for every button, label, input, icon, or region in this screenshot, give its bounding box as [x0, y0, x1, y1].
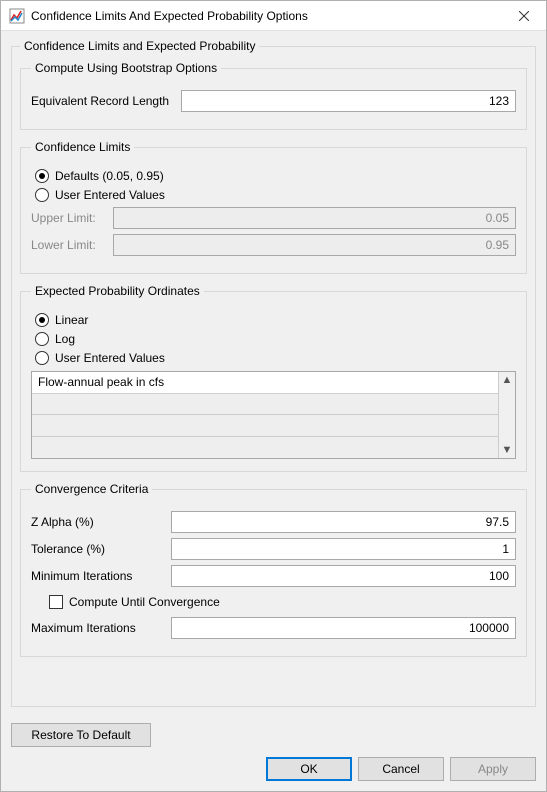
radio-linear-label: Linear — [55, 313, 88, 327]
dialog-title: Confidence Limits And Expected Probabili… — [31, 9, 501, 23]
ordinates-listbox[interactable]: Flow-annual peak in cfs ▲ ▼ — [31, 371, 516, 459]
miniter-input[interactable] — [171, 565, 516, 587]
list-item[interactable]: Flow-annual peak in cfs — [32, 372, 498, 394]
ordinates-group: Expected Probability Ordinates Linear Lo… — [20, 284, 527, 472]
titlebar: Confidence Limits And Expected Probabili… — [1, 1, 546, 31]
lower-limit-label: Lower Limit: — [31, 238, 113, 252]
bottom-bar: Restore To Default OK Cancel Apply — [1, 715, 546, 791]
restore-default-button[interactable]: Restore To Default — [11, 723, 151, 747]
radio-defaults-indicator — [35, 169, 49, 183]
content-area: Confidence Limits and Expected Probabili… — [1, 31, 546, 715]
bootstrap-legend: Compute Using Bootstrap Options — [31, 61, 221, 75]
list-item[interactable] — [32, 437, 498, 458]
radio-user-ordinates-indicator — [35, 351, 49, 365]
upper-limit-input — [113, 207, 516, 229]
until-convergence-label: Compute Until Convergence — [69, 595, 220, 609]
convergence-group: Convergence Criteria Z Alpha (%) Toleran… — [20, 482, 527, 657]
tolerance-input[interactable] — [171, 538, 516, 560]
radio-log[interactable]: Log — [35, 332, 516, 346]
tolerance-label: Tolerance (%) — [31, 542, 171, 556]
radio-user-limits[interactable]: User Entered Values — [35, 188, 516, 202]
outer-group: Confidence Limits and Expected Probabili… — [11, 39, 536, 707]
until-convergence-checkbox[interactable] — [49, 595, 63, 609]
radio-user-limits-indicator — [35, 188, 49, 202]
apply-button[interactable]: Apply — [450, 757, 536, 781]
cancel-button[interactable]: Cancel — [358, 757, 444, 781]
confidence-limits-group: Confidence Limits Defaults (0.05, 0.95) … — [20, 140, 527, 274]
bootstrap-group: Compute Using Bootstrap Options Equivale… — [20, 61, 527, 130]
upper-limit-label: Upper Limit: — [31, 211, 113, 225]
ordinates-legend: Expected Probability Ordinates — [31, 284, 204, 298]
maxiter-input[interactable] — [171, 617, 516, 639]
radio-linear-indicator — [35, 313, 49, 327]
confidence-limits-legend: Confidence Limits — [31, 140, 134, 154]
erl-label: Equivalent Record Length — [31, 94, 181, 108]
radio-log-indicator — [35, 332, 49, 346]
scroll-down-icon[interactable]: ▼ — [502, 444, 513, 456]
scrollbar[interactable]: ▲ ▼ — [498, 372, 515, 458]
radio-user-limits-label: User Entered Values — [55, 188, 165, 202]
convergence-legend: Convergence Criteria — [31, 482, 152, 496]
erl-input[interactable] — [181, 90, 516, 112]
scroll-up-icon[interactable]: ▲ — [502, 374, 513, 386]
list-item[interactable] — [32, 394, 498, 416]
radio-log-label: Log — [55, 332, 75, 346]
app-icon — [9, 8, 25, 24]
zalpha-label: Z Alpha (%) — [31, 515, 171, 529]
radio-defaults-label: Defaults (0.05, 0.95) — [55, 169, 164, 183]
list-item[interactable] — [32, 415, 498, 437]
radio-defaults[interactable]: Defaults (0.05, 0.95) — [35, 169, 516, 183]
radio-user-ordinates-label: User Entered Values — [55, 351, 165, 365]
dialog-window: Confidence Limits And Expected Probabili… — [0, 0, 547, 792]
radio-linear[interactable]: Linear — [35, 313, 516, 327]
ok-button[interactable]: OK — [266, 757, 352, 781]
radio-user-ordinates[interactable]: User Entered Values — [35, 351, 516, 365]
maxiter-label: Maximum Iterations — [31, 621, 171, 635]
zalpha-input[interactable] — [171, 511, 516, 533]
miniter-label: Minimum Iterations — [31, 569, 171, 583]
lower-limit-input — [113, 234, 516, 256]
outer-legend: Confidence Limits and Expected Probabili… — [20, 39, 259, 53]
close-button[interactable] — [501, 1, 546, 30]
list-item-label: Flow-annual peak in cfs — [38, 375, 164, 389]
